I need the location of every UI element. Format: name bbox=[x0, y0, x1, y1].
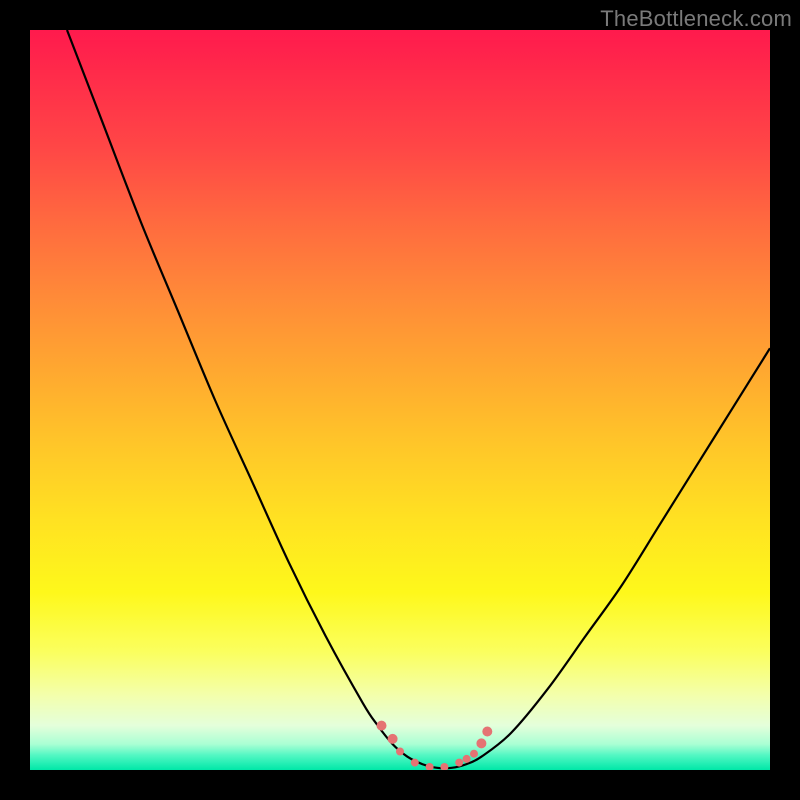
marker-point bbox=[455, 759, 463, 767]
marker-point bbox=[463, 755, 471, 763]
marker-point bbox=[396, 748, 404, 756]
marker-point bbox=[411, 759, 419, 767]
marker-point bbox=[426, 763, 434, 770]
marker-point bbox=[482, 727, 492, 737]
curve-layer bbox=[30, 30, 770, 770]
bottleneck-curve bbox=[67, 30, 770, 768]
marker-point bbox=[476, 738, 486, 748]
outer-frame: TheBottleneck.com bbox=[0, 0, 800, 800]
plot-area bbox=[30, 30, 770, 770]
marker-point bbox=[470, 750, 478, 758]
marker-point bbox=[440, 763, 448, 770]
watermark-text: TheBottleneck.com bbox=[600, 6, 792, 32]
marker-point bbox=[377, 721, 387, 731]
marker-point bbox=[388, 734, 398, 744]
